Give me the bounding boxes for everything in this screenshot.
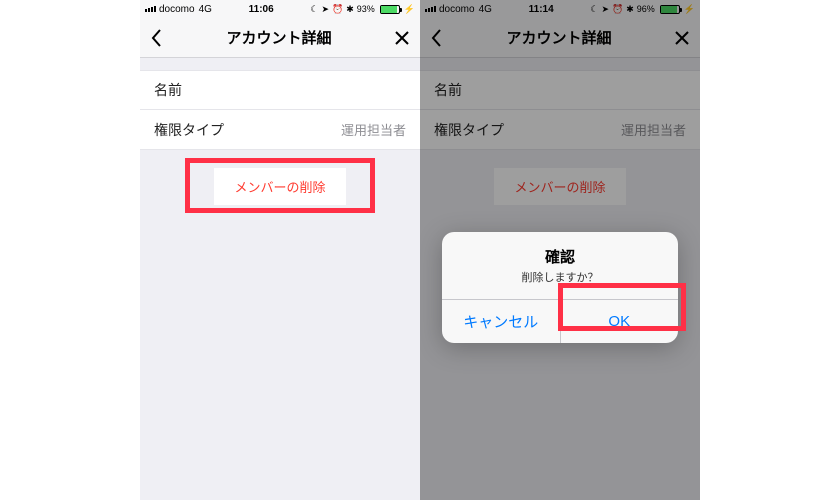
- page-margin-right: [700, 0, 840, 500]
- row-value: [350, 81, 406, 100]
- nav-bar: アカウント詳細: [140, 18, 420, 58]
- location-icon: ➤: [321, 4, 329, 15]
- screenshot-right: docomo 4G 11:14 ☾ ➤ ⏰ ✱ 96% ⚡ アカウント詳細 名前: [420, 0, 700, 500]
- alarm-icon: ⏰: [332, 4, 343, 15]
- status-bar: docomo 4G 11:06 ☾ ➤ ⏰ ✱ 93% ⚡: [140, 0, 420, 18]
- network-label: 4G: [199, 4, 212, 15]
- highlight-box: [558, 283, 686, 331]
- clock: 11:06: [249, 4, 274, 15]
- moon-icon: ☾: [310, 4, 318, 15]
- bluetooth-icon: ✱: [346, 4, 354, 15]
- delete-section: メンバーの削除: [140, 168, 420, 205]
- page-margin-left: [0, 0, 140, 500]
- row-value: 運用担当者: [341, 120, 406, 139]
- battery-icon: [380, 5, 400, 14]
- screenshot-left: docomo 4G 11:06 ☾ ➤ ⏰ ✱ 93% ⚡ アカウント詳細 名前: [140, 0, 420, 500]
- status-icons: ☾ ➤ ⏰ ✱ 93% ⚡: [310, 4, 415, 15]
- battery-pct: 93%: [357, 4, 375, 14]
- charging-icon: ⚡: [404, 4, 415, 15]
- row-label: 権限タイプ: [154, 120, 224, 140]
- highlight-box: [185, 158, 375, 213]
- back-button[interactable]: [150, 28, 164, 48]
- row-role[interactable]: 権限タイプ 運用担当者: [140, 110, 420, 150]
- close-button[interactable]: [394, 30, 410, 46]
- cancel-button[interactable]: キャンセル: [442, 300, 560, 343]
- signal-icon: [145, 6, 156, 12]
- page-title: アカウント詳細: [226, 27, 331, 48]
- row-label: 名前: [154, 80, 182, 100]
- row-name[interactable]: 名前: [140, 70, 420, 110]
- detail-rows: 名前 権限タイプ 運用担当者: [140, 70, 420, 150]
- carrier-label: docomo: [159, 4, 195, 15]
- dialog-title: 確認: [442, 232, 678, 269]
